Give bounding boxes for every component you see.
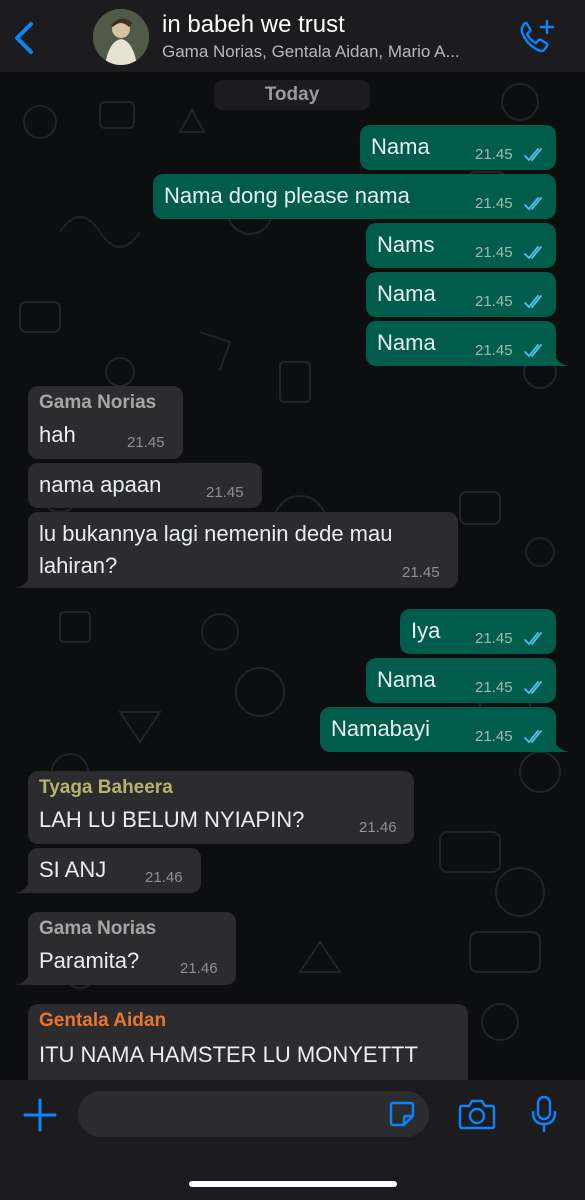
message-bubble-incoming[interactable]: SI ANJ 21.46 xyxy=(28,848,201,893)
message-list[interactable]: Today Nama 21.45 Nama dong please nama 2… xyxy=(0,72,585,1080)
read-receipt-icon xyxy=(524,632,542,646)
message-time: 21.45 xyxy=(475,195,513,212)
message-text: SI ANJ xyxy=(39,857,107,882)
bubble-tail xyxy=(554,352,570,366)
message-text: Nama xyxy=(377,667,436,692)
message-text: lu bukannya lagi nemenin dede mau xyxy=(39,521,393,546)
home-indicator[interactable] xyxy=(189,1181,397,1187)
read-receipt-icon xyxy=(524,148,542,162)
bubble-tail xyxy=(14,879,30,893)
message-time: 21.46 xyxy=(359,819,397,836)
message-text: ITU NAMA HAMSTER LU MONYETTT xyxy=(39,1042,418,1067)
chat-header: in babeh we trust Gama Norias, Gentala A… xyxy=(0,0,585,72)
message-time: 21.45 xyxy=(402,564,440,581)
chat-title[interactable]: in babeh we trust xyxy=(162,11,345,39)
message-text: Namabayi xyxy=(331,716,431,741)
message-time: 21.46 xyxy=(180,960,218,977)
message-bubble-outgoing[interactable]: Nama dong please nama 21.45 xyxy=(153,174,556,219)
sender-name[interactable]: Gama Norias xyxy=(39,918,156,940)
sticker-icon[interactable] xyxy=(388,1100,416,1128)
read-receipt-icon xyxy=(524,730,542,744)
plus-icon[interactable] xyxy=(22,1097,58,1133)
message-time: 21.45 xyxy=(475,342,513,359)
message-text: nama apaan xyxy=(39,472,162,497)
read-receipt-icon xyxy=(524,344,542,358)
message-bubble-incoming[interactable]: Gama Norias hah 21.45 xyxy=(28,386,183,459)
message-bubble-outgoing[interactable]: Nama 21.45 xyxy=(366,321,556,366)
message-time: 21.45 xyxy=(127,434,165,451)
read-receipt-icon xyxy=(524,295,542,309)
sender-name[interactable]: Gama Norias xyxy=(39,392,156,414)
message-text: Paramita? xyxy=(39,948,140,973)
message-bubble-incoming[interactable]: Gama Norias Paramita? 21.46 xyxy=(28,912,236,985)
message-bubble-incoming[interactable]: lu bukannya lagi nemenin dede mau lahira… xyxy=(28,512,458,588)
message-text: hah xyxy=(39,422,76,447)
message-text: Nama xyxy=(377,281,436,306)
sender-name[interactable]: Tyaga Baheera xyxy=(39,777,173,799)
group-avatar[interactable] xyxy=(93,9,149,65)
chevron-left-icon[interactable] xyxy=(10,20,40,56)
message-bubble-outgoing[interactable]: Iya 21.45 xyxy=(400,609,556,654)
message-time: 21.46 xyxy=(145,869,183,886)
read-receipt-icon xyxy=(524,197,542,211)
message-bubble-incoming[interactable]: nama apaan 21.45 xyxy=(28,463,262,508)
message-time: 21.45 xyxy=(475,679,513,696)
camera-icon[interactable] xyxy=(458,1098,496,1130)
date-separator: Today xyxy=(214,80,370,110)
message-text-line-2: lahiran? xyxy=(39,553,118,578)
message-time: 21.45 xyxy=(475,146,513,163)
bubble-tail xyxy=(14,971,30,985)
message-text: Iya xyxy=(411,618,441,643)
message-text: Nama xyxy=(371,134,430,159)
chat-members[interactable]: Gama Norias, Gentala Aidan, Mario A... xyxy=(162,42,504,62)
sender-name[interactable]: Gentala Aidan xyxy=(39,1010,166,1032)
message-bubble-incoming[interactable]: Tyaga Baheera LAH LU BELUM NYIAPIN? 21.4… xyxy=(28,771,414,844)
microphone-icon[interactable] xyxy=(530,1095,558,1133)
message-bubble-outgoing[interactable]: Nama 21.45 xyxy=(360,125,556,170)
message-text: Nama dong please nama xyxy=(164,183,410,208)
message-bubble-incoming[interactable]: Gentala Aidan ITU NAMA HAMSTER LU MONYET… xyxy=(28,1004,468,1080)
read-receipt-icon xyxy=(524,246,542,260)
message-time: 21.45 xyxy=(475,244,513,261)
message-bubble-outgoing[interactable]: Nama 21.45 xyxy=(366,658,556,703)
bubble-tail xyxy=(14,574,30,588)
message-bubble-outgoing[interactable]: Nama 21.45 xyxy=(366,272,556,317)
message-text: Nams xyxy=(377,232,435,257)
message-text: Nama xyxy=(377,330,436,355)
read-receipt-icon xyxy=(524,681,542,695)
message-bubble-outgoing[interactable]: Nams 21.45 xyxy=(366,223,556,268)
message-time: 21.45 xyxy=(475,728,513,745)
message-time: 21.45 xyxy=(206,484,244,501)
message-input[interactable] xyxy=(78,1091,429,1137)
add-call-icon[interactable] xyxy=(516,18,556,56)
message-text: LAH LU BELUM NYIAPIN? xyxy=(39,807,305,832)
message-time: 21.45 xyxy=(475,293,513,310)
message-bubble-outgoing[interactable]: Namabayi 21.45 xyxy=(320,707,556,752)
bubble-tail xyxy=(554,738,570,752)
message-time: 21.45 xyxy=(475,630,513,647)
